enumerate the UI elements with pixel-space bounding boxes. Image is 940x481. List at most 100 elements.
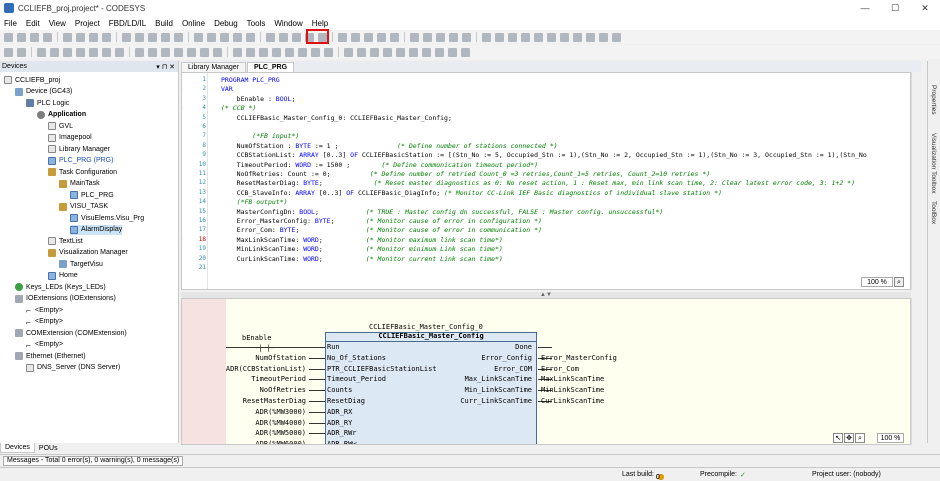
menu-edit[interactable]: Edit bbox=[26, 19, 40, 28]
tree-item[interactable]: PLC_PRG (PRG) bbox=[48, 156, 113, 166]
properties-tab[interactable]: Properties bbox=[930, 85, 937, 115]
toolbar-button-icon[interactable] bbox=[17, 32, 26, 42]
toolbar-button-icon[interactable] bbox=[560, 32, 569, 42]
tree-item[interactable]: Device (GC43) bbox=[15, 87, 72, 97]
toolbar-button-icon[interactable] bbox=[292, 32, 301, 42]
tree-item[interactable]: ⌐ <Empty> bbox=[26, 317, 63, 327]
tab-library-manager[interactable]: Library Manager bbox=[181, 62, 246, 72]
code-line[interactable]: (*FB output*) bbox=[221, 198, 288, 206]
code-line[interactable]: NumOfStation : BYTE := 1 ; (* Define num… bbox=[221, 142, 558, 150]
menu-tools[interactable]: Tools bbox=[247, 19, 266, 28]
tree-item[interactable]: PLC Logic bbox=[26, 98, 69, 108]
toolbar-button-icon[interactable] bbox=[364, 32, 373, 42]
fb-input-variable[interactable]: ADR(CCBStationList) bbox=[226, 365, 306, 373]
toolbar-button-icon[interactable] bbox=[351, 32, 360, 42]
fbd-zoom[interactable]: 100 % bbox=[877, 433, 904, 443]
toolbar-button-icon[interactable] bbox=[174, 32, 183, 42]
fb-input-variable[interactable]: TimeoutPeriod bbox=[251, 375, 306, 383]
toolbar-button-icon[interactable] bbox=[279, 32, 288, 42]
menu-fbdldil[interactable]: FBD/LD/IL bbox=[109, 19, 146, 28]
menu-build[interactable]: Build bbox=[155, 19, 173, 28]
toolbar-button-icon[interactable] bbox=[43, 32, 52, 42]
toolbar-button-icon[interactable] bbox=[63, 47, 72, 57]
toolbar-button-icon[interactable] bbox=[50, 47, 59, 57]
toolbar-button-icon[interactable] bbox=[377, 32, 386, 42]
code-line[interactable]: Error_Com: BYTE; (* Monitor cause of err… bbox=[221, 226, 542, 234]
toolbar-button-icon[interactable] bbox=[495, 32, 504, 42]
tree-item[interactable]: Keys_LEDs (Keys_LEDs) bbox=[15, 282, 106, 292]
fb-output-variable[interactable]: Error_MasterConfig bbox=[541, 354, 617, 362]
toolbar-button-icon[interactable] bbox=[4, 47, 13, 57]
toolbar-button-icon[interactable] bbox=[422, 47, 431, 57]
devices-panel-controls[interactable]: ▾ ⊓ ✕ bbox=[156, 63, 175, 71]
menu-view[interactable]: View bbox=[49, 19, 66, 28]
toolbar-button-icon[interactable] bbox=[338, 32, 347, 42]
toolbar-button-icon[interactable] bbox=[30, 32, 39, 42]
tree-item[interactable]: AlarmDisplay bbox=[70, 224, 123, 235]
code-line[interactable]: MinLinkScanTime: WORD; (* Monitor minimu… bbox=[221, 245, 503, 253]
toolbar-button-icon[interactable] bbox=[508, 32, 517, 42]
toolbar-button-icon[interactable] bbox=[383, 47, 392, 57]
fb-output-variable[interactable]: CurLinkScanTime bbox=[541, 397, 604, 405]
tree-item[interactable]: VISU_TASK bbox=[59, 202, 108, 212]
tree-item[interactable]: TargetVisu bbox=[59, 259, 103, 269]
menu-online[interactable]: Online bbox=[182, 19, 205, 28]
code-line[interactable]: bEnable : BOOL; bbox=[221, 95, 296, 103]
code-line[interactable]: CCBStationList: ARRAY [0..3] OF CCLIEFBa… bbox=[221, 151, 867, 159]
toolbar-button-icon[interactable] bbox=[573, 32, 582, 42]
tree-item[interactable]: IOExtensions (IOExtensions) bbox=[15, 294, 116, 304]
close-button[interactable]: ✕ bbox=[910, 0, 940, 16]
zoom-magnifier-icon[interactable]: ⌕ bbox=[894, 277, 904, 287]
toolbar-button-icon[interactable] bbox=[448, 47, 457, 57]
declaration-scrollbar[interactable] bbox=[911, 72, 925, 290]
toolbar-button-icon[interactable] bbox=[63, 32, 72, 42]
code-line[interactable]: VAR bbox=[221, 85, 233, 93]
toolbar-button-icon[interactable] bbox=[246, 32, 255, 42]
visualization-toolbox-tab[interactable]: Visualization Toolbox bbox=[930, 133, 937, 193]
menu-debug[interactable]: Debug bbox=[214, 19, 238, 28]
tab-devices[interactable]: Devices bbox=[0, 443, 35, 453]
toolbar-button-icon[interactable] bbox=[122, 32, 131, 42]
toolbar-button-icon[interactable] bbox=[233, 32, 242, 42]
toolbar-button-icon[interactable] bbox=[423, 32, 432, 42]
tree-item[interactable]: VisuElems.Visu_Prg bbox=[70, 213, 144, 223]
fbd-scrollbar[interactable] bbox=[911, 298, 925, 445]
toolbar-button-icon[interactable] bbox=[396, 47, 405, 57]
contact-symbol[interactable]: -| |- bbox=[254, 344, 275, 352]
toolbar-button-icon[interactable] bbox=[599, 32, 608, 42]
tree-item[interactable]: DNS_Server (DNS Server) bbox=[26, 363, 120, 373]
toolbar-button-icon[interactable] bbox=[187, 47, 196, 57]
code-line[interactable]: (* CCB *) bbox=[221, 104, 256, 112]
toolbar-button-icon[interactable] bbox=[148, 32, 157, 42]
maximize-button[interactable]: ☐ bbox=[880, 0, 910, 16]
tree-item[interactable]: MainTask bbox=[59, 179, 100, 189]
toolbar-button-icon[interactable] bbox=[37, 47, 46, 57]
toolbar-button-icon[interactable] bbox=[161, 47, 170, 57]
toolbar-button-icon[interactable] bbox=[272, 47, 281, 57]
toolbar-button-icon[interactable] bbox=[324, 47, 333, 57]
toolbar-button-icon[interactable] bbox=[344, 47, 353, 57]
fb-instance-name[interactable]: CCLIEFBasic_Master_Config_0 bbox=[369, 323, 483, 331]
menu-project[interactable]: Project bbox=[75, 19, 100, 28]
toolbar-button-icon[interactable] bbox=[311, 47, 320, 57]
toolbar-button-icon[interactable] bbox=[586, 32, 595, 42]
toolbar-button-icon[interactable] bbox=[462, 32, 471, 42]
toolbar-button-icon[interactable] bbox=[102, 32, 111, 42]
fb-output-variable[interactable]: MinLinkScanTime bbox=[541, 386, 604, 394]
toolbar-button-icon[interactable] bbox=[89, 32, 98, 42]
fb-input-variable[interactable]: ADR(%MW4000) bbox=[255, 419, 306, 427]
fb-input-variable[interactable]: NoOfRetries bbox=[260, 386, 306, 394]
fb-input-variable[interactable]: ADR(%MW5000) bbox=[255, 429, 306, 437]
fold-toggle-icon[interactable]: ⊟ bbox=[182, 104, 183, 112]
pointer-icon[interactable]: ↖ bbox=[833, 433, 843, 443]
tree-item[interactable]: TextList bbox=[48, 236, 83, 246]
tree-item[interactable]: Ethernet (Ethernet) bbox=[15, 351, 86, 361]
tree-item[interactable]: COMExtension (COMExtension) bbox=[15, 328, 127, 338]
tree-item[interactable]: Imagepool bbox=[48, 133, 92, 143]
code-line[interactable]: MasterConfigDn: BOOL; (* TRUE : Master c… bbox=[221, 208, 664, 216]
toolbar-button-icon[interactable] bbox=[285, 47, 294, 57]
declaration-editor[interactable]: 123456789101112131415161718192021⊟⊟⊟ PRO… bbox=[181, 72, 911, 290]
tree-item[interactable]: Application bbox=[37, 110, 86, 120]
tree-item[interactable]: GVL bbox=[48, 121, 73, 131]
toolbar-button-icon[interactable] bbox=[4, 32, 13, 42]
